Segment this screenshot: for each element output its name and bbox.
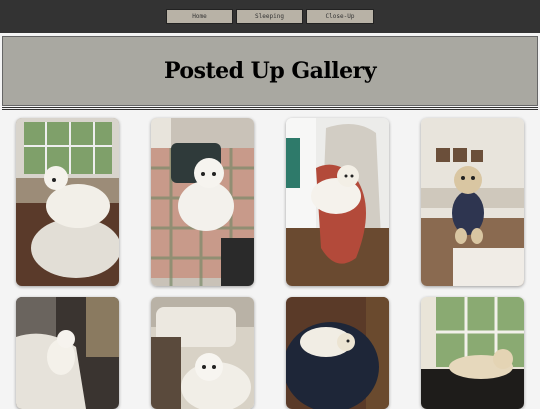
dog-photo-image — [151, 118, 254, 286]
nav-sleeping-button[interactable]: Sleeping — [236, 9, 303, 24]
gallery-photo[interactable] — [151, 118, 254, 286]
gallery-photo[interactable] — [151, 297, 254, 409]
nav-close-up-button[interactable]: Close-Up — [306, 9, 374, 24]
dog-photo-image — [421, 118, 524, 286]
gallery-photo[interactable] — [286, 118, 389, 286]
header-divider — [2, 107, 538, 108]
dog-photo-image — [421, 297, 524, 409]
dog-photo-image — [286, 297, 389, 409]
nav-home-button[interactable]: Home — [166, 9, 233, 24]
page-title: Posted Up Gallery — [163, 58, 377, 84]
header-divider-secondary — [2, 109, 538, 110]
dog-photo-image — [151, 297, 254, 409]
gallery-photo[interactable] — [421, 297, 524, 409]
gallery-photo[interactable] — [16, 297, 119, 409]
gallery-photo[interactable] — [421, 118, 524, 286]
dog-photo-image — [16, 297, 119, 409]
gallery-photo[interactable] — [286, 297, 389, 409]
page-header: Posted Up Gallery — [2, 36, 538, 106]
dog-photo-image — [16, 118, 119, 286]
gallery-photo[interactable] — [16, 118, 119, 286]
top-navbar: Home Sleeping Close-Up — [0, 0, 540, 33]
dog-photo-image — [286, 118, 389, 286]
